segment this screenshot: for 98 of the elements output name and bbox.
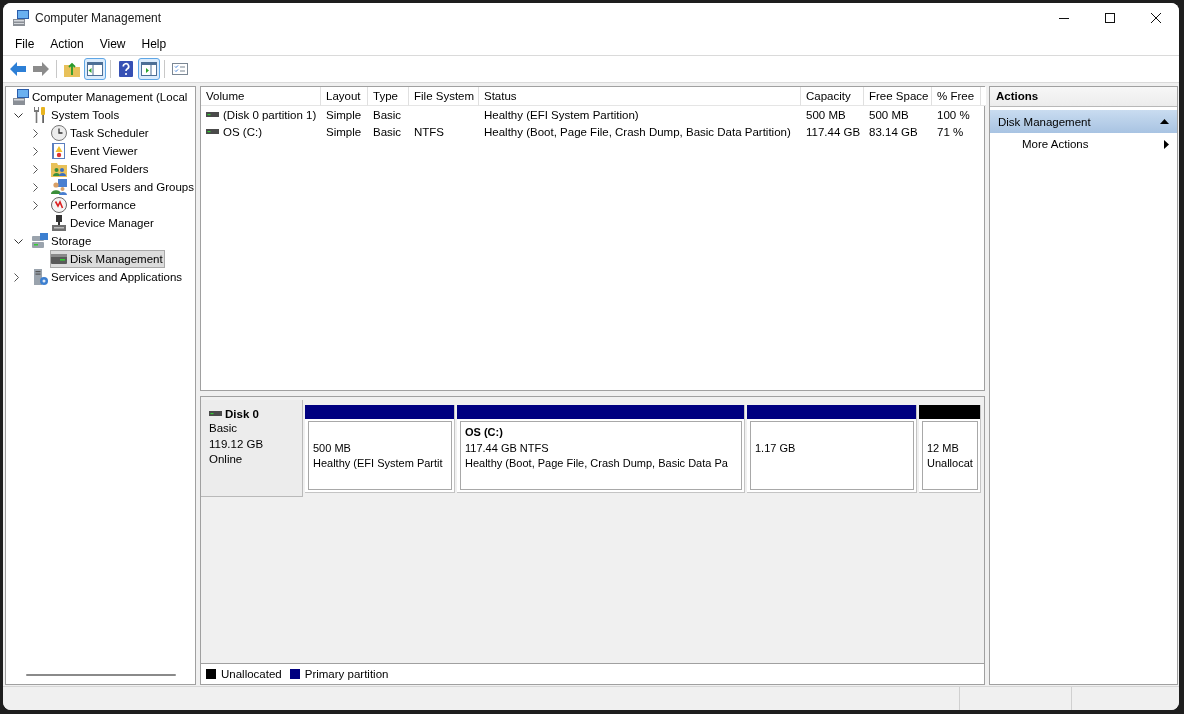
table-cell: 83.14 GB <box>869 125 918 138</box>
chevron-right-icon[interactable] <box>33 128 38 138</box>
table-cell: Healthy (Boot, Page File, Crash Dump, Basic Data Partition) <box>484 125 791 138</box>
table-cell: 100 % <box>937 108 970 121</box>
tools-icon <box>32 107 48 123</box>
table-cell: Basic <box>373 108 402 121</box>
table-cell: Simple <box>326 125 362 138</box>
column-header[interactable]: File System <box>409 87 479 106</box>
legend-label: Primary partition <box>304 668 389 680</box>
computer-icon <box>13 10 29 26</box>
tree-item[interactable]: Performance <box>50 196 138 214</box>
checklist-icon <box>172 63 188 75</box>
table-cell: Basic <box>373 125 402 138</box>
partition-size: 1.17 GB <box>755 440 797 456</box>
partition-block[interactable]: 12 MB Unallocat <box>922 421 978 490</box>
window-panel-icon <box>87 62 103 76</box>
show-hide-action-pane-button[interactable] <box>138 58 160 80</box>
table-cell: 500 MB <box>869 108 909 121</box>
chevron-down-icon[interactable] <box>14 112 23 118</box>
legend-label: Unallocated <box>221 668 282 680</box>
drive-icon <box>206 129 219 134</box>
users-icon <box>51 179 67 195</box>
table-cell: 500 MB <box>806 108 846 121</box>
gauge-icon <box>51 197 67 213</box>
tree-item[interactable]: Disk Management <box>50 250 165 268</box>
chevron-right-icon[interactable] <box>33 164 38 174</box>
column-header[interactable]: Capacity <box>801 87 864 106</box>
column-header[interactable]: Volume <box>201 87 321 106</box>
tree-item[interactable]: Storage <box>31 232 94 250</box>
partition-block[interactable]: OS (C:) 117.44 GB NTFS Healthy (Boot, Page File, Crash Dump, Basic Data Pa <box>460 421 742 490</box>
tree-item[interactable]: Computer Management (Local <box>12 88 190 106</box>
back-arrow-icon <box>10 62 26 76</box>
window-title: Computer Management <box>35 11 162 25</box>
device-icon <box>51 215 67 231</box>
tree-item[interactable]: Task Scheduler <box>50 124 151 142</box>
menu-item[interactable]: Action <box>42 34 92 54</box>
chevron-right-icon[interactable] <box>33 200 38 210</box>
actions-title: Actions <box>990 87 1177 107</box>
action-item[interactable]: More Actions <box>990 133 1177 155</box>
chevron-right-icon[interactable] <box>33 146 38 156</box>
table-cell: Healthy (EFI System Partition) <box>484 108 639 121</box>
disk-size: 119.12 GB <box>209 436 265 452</box>
computer-icon <box>13 89 29 105</box>
storage-icon <box>32 233 48 249</box>
tree-item[interactable]: Services and Applications <box>31 268 185 286</box>
drive-icon <box>206 112 219 117</box>
column-header[interactable]: Type <box>368 87 409 106</box>
disk-info-panel[interactable]: Disk 0 Basic 119.12 GB Online <box>201 400 303 497</box>
tree-item[interactable]: Device Manager <box>50 214 156 232</box>
menu-item[interactable]: View <box>91 34 134 54</box>
partition-name: OS (C:) <box>465 425 504 440</box>
column-header[interactable]: Status <box>479 87 801 106</box>
minimize-icon <box>1059 17 1069 19</box>
column-header[interactable]: Free Space <box>864 87 932 106</box>
partition-size: 12 MB <box>927 440 960 456</box>
partition-size: 500 MB <box>313 440 352 456</box>
table-cell: OS (C:) <box>223 125 262 138</box>
table-cell: 71 % <box>937 125 964 138</box>
shared-folder-icon <box>51 161 67 177</box>
column-header[interactable]: % Free <box>932 87 981 106</box>
action-section[interactable]: Disk Management <box>990 110 1177 133</box>
disk-type: Basic <box>209 421 239 436</box>
submenu-arrow-icon <box>1164 139 1169 149</box>
disk-name: Disk 0 <box>225 407 259 420</box>
partition-status: Healthy (Boot, Page File, Crash Dump, Basic Data Pa <box>465 456 729 471</box>
drive-icon <box>209 411 222 416</box>
partition-status: Healthy (EFI System Partit <box>313 456 444 471</box>
tree-item[interactable]: System Tools <box>31 106 122 124</box>
maximize-icon <box>1105 13 1115 23</box>
menu-item[interactable]: Help <box>133 34 175 54</box>
window-panel-icon <box>141 62 157 76</box>
menu-item[interactable]: File <box>7 34 43 54</box>
forward-arrow-icon <box>33 62 49 76</box>
table-cell: (Disk 0 partition 1) <box>223 108 317 121</box>
tree-item[interactable]: Event Viewer <box>50 142 140 160</box>
chevron-down-icon[interactable] <box>14 238 23 244</box>
partition-size: 117.44 GB NTFS <box>465 440 550 456</box>
partition-block[interactable]: 1.17 GB <box>750 421 914 490</box>
table-cell: 117.44 GB <box>806 125 861 138</box>
server-gear-icon <box>32 269 48 285</box>
drive-icon <box>51 254 67 264</box>
log-book-icon <box>51 143 67 159</box>
chevron-right-icon[interactable] <box>33 182 38 192</box>
help-icon <box>119 61 133 77</box>
horizontal-scrollbar[interactable] <box>25 674 176 676</box>
table-cell: Simple <box>326 108 362 121</box>
show-hide-tree-button[interactable] <box>84 58 106 80</box>
table-cell: NTFS <box>414 125 445 138</box>
partition-block[interactable]: 500 MB Healthy (EFI System Partit <box>308 421 452 490</box>
tree-item[interactable]: Shared Folders <box>50 160 151 178</box>
partition-status: Unallocat <box>927 456 974 471</box>
disk-status: Online <box>209 452 244 467</box>
close-icon <box>1151 13 1161 23</box>
chevron-right-icon[interactable] <box>14 272 19 282</box>
tree-item[interactable]: Local Users and Groups <box>50 178 195 196</box>
column-header[interactable]: Layout <box>321 87 368 106</box>
clock-icon <box>51 125 67 141</box>
folder-up-icon <box>64 61 80 77</box>
